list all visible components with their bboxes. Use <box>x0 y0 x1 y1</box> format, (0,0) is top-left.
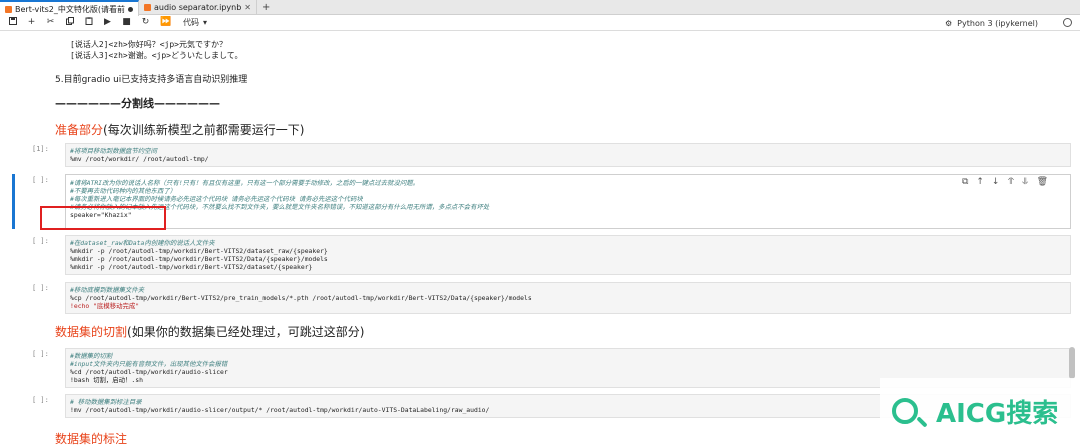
cell-toolbar: ⧉ ↑ ↓ ⥣ ⥥ 🗑 <box>962 177 1048 187</box>
code-cell[interactable]: [1]: #将项目移动到数据盘节约空间 %mv /root/workdir/ /… <box>12 143 1071 167</box>
watermark-text: AICG搜索 <box>936 398 1059 429</box>
heading-rest-text: (如果你的数据集已经处理过，可跳过这部分) <box>127 325 365 339</box>
code-line: #在dataset_raw和Data内创建你的说话人文件夹 <box>70 239 215 247</box>
code-line: #数据集的切割 <box>70 352 113 360</box>
unsaved-dot-icon[interactable] <box>127 6 133 12</box>
insert-below-icon[interactable]: ⥥ <box>1022 177 1029 187</box>
paste-icon[interactable] <box>84 17 93 28</box>
code-line: %cd /root/autodl-tmp/workdir/audio-slice… <box>70 368 228 376</box>
tab-audio-separator[interactable]: audio separator.ipynb ✕ <box>139 0 257 15</box>
code-line: !mv /root/autodl-tmp/workdir/audio-slice… <box>70 406 490 414</box>
insert-above-icon[interactable]: ⥣ <box>1007 177 1014 187</box>
kernel-indicator[interactable]: ⚙ Python 3 (ipykernel) <box>945 15 1038 31</box>
code-line: %mkdir -p /root/autodl-tmp/workdir/Bert-… <box>70 263 313 271</box>
heading-slicing: 数据集的切割(如果你的数据集已经处理过，可跳过这部分) <box>55 323 364 340</box>
magnifier-logo-icon <box>890 392 930 430</box>
annotation-highlight-box <box>40 206 166 230</box>
heading-red-text: 准备部分 <box>55 123 104 137</box>
code-line: #不要再去动代码种内的其他东西了） <box>70 187 177 195</box>
code-line: #移动底模到数据集文件夹 <box>70 286 145 294</box>
cell-input[interactable]: #在dataset_raw和Data内创建你的说话人文件夹 %mkdir -p … <box>65 235 1071 275</box>
move-down-icon[interactable]: ↓ <box>992 177 1000 187</box>
kernel-status-icon <box>1063 18 1072 27</box>
notebook-icon <box>5 5 12 13</box>
code-cell-active[interactable]: [ ]: #请将ATRI改为你的说话人名称（只有!只有！有且仅有这里，只有这一个… <box>12 174 1071 229</box>
cell-type-value: 代码 <box>183 18 199 27</box>
cell-prompt: [ ]: <box>32 176 49 184</box>
cut-icon[interactable]: ✂ <box>46 18 55 27</box>
heading-red-text: 数据集的切割 <box>55 325 128 339</box>
code-line: %mkdir -p /root/autodl-tmp/workdir/Bert-… <box>70 247 328 255</box>
run-icon[interactable]: ▶ <box>103 18 112 27</box>
cell-type-select[interactable]: 代码 ▾ <box>183 17 207 28</box>
code-line: #请将ATRI改为你的说话人名称（只有!只有！有且仅有这里，只有这一个部分需要手… <box>70 179 420 187</box>
duplicate-cell-icon[interactable]: ⧉ <box>962 177 968 187</box>
code-cell[interactable]: [ ]: #移动底模到数据集文件夹 %cp /root/autodl-tmp/w… <box>12 282 1071 314</box>
new-tab-button[interactable]: + <box>257 0 275 14</box>
cell-input[interactable]: #请将ATRI改为你的说话人名称（只有!只有！有且仅有这里，只有这一个部分需要手… <box>65 174 1071 229</box>
code-cell[interactable]: [ ]: #在dataset_raw和Data内创建你的说话人文件夹 %mkdi… <box>12 235 1071 275</box>
gear-icon: ⚙ <box>945 18 953 28</box>
heading-preparation: 准备部分(每次训练新模型之前都需要运行一下) <box>55 121 304 138</box>
delete-cell-icon[interactable]: 🗑 <box>1037 177 1048 187</box>
code-line: #将项目移动到数据盘节约空间 <box>70 147 157 155</box>
code-line: #每次重新进入毫记本界面的时候请务必先运这个代码块 请务必先运这个代码块 请务必… <box>70 195 363 203</box>
cell-selection-bar <box>12 174 15 229</box>
code-line: # 移动数据集到标注目录 <box>70 398 142 406</box>
code-line: #input文件夹内只能有音频文件，出现其他文件会报错 <box>70 360 228 368</box>
code-line: %mv /root/workdir/ /root/autodl-tmp/ <box>70 155 209 163</box>
move-up-icon[interactable]: ↑ <box>976 177 984 187</box>
notebook-icon <box>143 4 151 11</box>
code-line: !echo "底模移动完成" <box>70 302 140 310</box>
tab-label: audio separator.ipynb <box>153 3 242 12</box>
markdown-gradio-note: 5.目前gradio ui已支持支持多语言自动识别推理 <box>55 75 248 85</box>
cell-prompt: [ ]: <box>32 350 49 358</box>
heading-rest-text: (每次训练新模型之前都需要运行一下) <box>103 123 305 137</box>
save-icon[interactable] <box>8 17 17 28</box>
cell-prompt: [ ]: <box>32 396 49 404</box>
fast-forward-icon[interactable]: ⏩ <box>160 18 171 27</box>
code-line: !bash 切割，启动！.sh <box>70 376 143 384</box>
notebook-toolbar: + ✂ ▶ ■ ↻ ⏩ 代码 ▾ ⚙ Python 3 (ipykernel) <box>0 15 1080 31</box>
cell-prompt: [ ]: <box>32 284 49 292</box>
cell-input[interactable]: #将项目移动到数据盘节约空间 %mv /root/workdir/ /root/… <box>65 143 1071 167</box>
code-line: %cp /root/autodl-tmp/workdir/Bert-VITS2/… <box>70 294 532 302</box>
copy-icon[interactable] <box>65 17 74 28</box>
notebook-tab-bar: Bert-vits2_中文特化版(请看前 audio separator.ipy… <box>0 0 1080 16</box>
cell-prompt: [ ]: <box>32 237 49 245</box>
markdown-example-line: [说话人3]<zh>谢谢。<jp>どういたしまして。 <box>70 51 243 60</box>
tab-bert-vits2[interactable]: Bert-vits2_中文特化版(请看前 <box>0 0 139 16</box>
kernel-name: Python 3 (ipykernel) <box>957 18 1038 28</box>
cell-prompt: [1]: <box>32 145 49 153</box>
scrollbar-thumb[interactable] <box>1069 347 1075 379</box>
tab-label: Bert-vits2_中文特化版(请看前 <box>15 4 125 14</box>
cell-input[interactable]: #移动底模到数据集文件夹 %cp /root/autodl-tmp/workdi… <box>65 282 1071 314</box>
markdown-divider: ——————分割线—————— <box>55 97 220 110</box>
stop-icon[interactable]: ■ <box>122 18 131 27</box>
heading-labeling: 数据集的标注 <box>55 430 127 447</box>
watermark-logo: AICG搜索 <box>880 378 1080 444</box>
markdown-example-line: [说话人2]<zh>你好吗？<jp>元気ですか？ <box>70 40 227 49</box>
restart-icon[interactable]: ↻ <box>141 18 150 27</box>
close-icon[interactable]: ✕ <box>244 3 251 12</box>
add-cell-icon[interactable]: + <box>27 18 36 27</box>
code-line: %mkdir -p /root/autodl-tmp/workdir/Bert-… <box>70 255 328 263</box>
chevron-down-icon: ▾ <box>203 18 208 27</box>
